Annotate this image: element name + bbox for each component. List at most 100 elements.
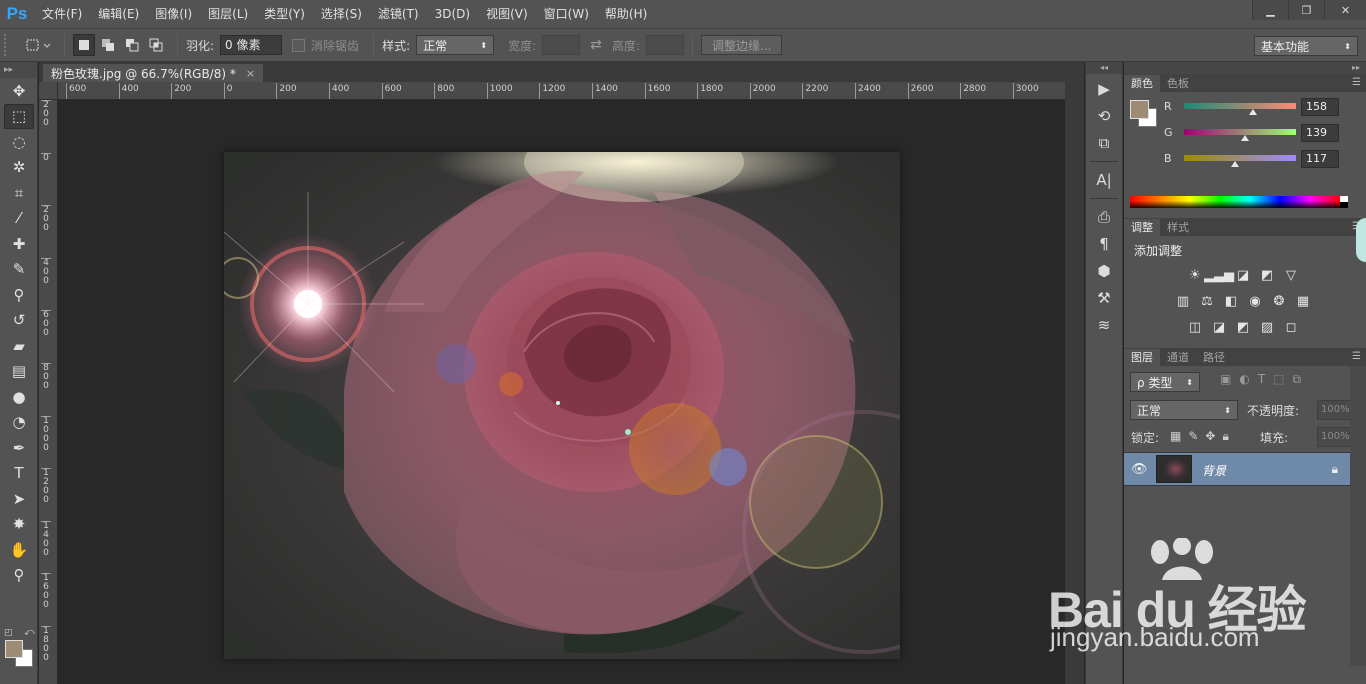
path-selection-tool[interactable]: ➤ — [4, 486, 34, 512]
vibrance-icon[interactable]: ▽ — [1282, 266, 1301, 285]
menu-item[interactable]: 类型(Y) — [256, 0, 313, 28]
eye-icon[interactable]: 👁︎ — [1131, 462, 1148, 477]
document-tab[interactable]: 粉色玫瑰.jpg @ 66.7%(RGB/8) * × — [43, 64, 264, 82]
canvas-area[interactable] — [58, 100, 1065, 684]
tab-adjustments[interactable]: 调整 — [1124, 219, 1160, 236]
tab-color[interactable]: 颜色 — [1124, 75, 1160, 92]
clone-stamp-tool[interactable]: ⚲ — [4, 282, 34, 308]
eyedropper-tool[interactable]: ⁄ — [4, 206, 34, 232]
close-tab-icon[interactable]: × — [246, 67, 255, 80]
swap-icon[interactable]: ⇄ — [590, 37, 602, 53]
refine-edge-button[interactable]: 调整边缘... — [700, 35, 783, 55]
dodge-tool[interactable]: ◔ — [4, 410, 34, 436]
filter-smart-object-icon[interactable]: ⧉ — [1293, 372, 1302, 387]
vertical-ruler[interactable]: 2 0 0 0 2 0 0 4 0 0 6 0 0 8 0 0 1 0 0 0 1 2 0 0… — [39, 100, 58, 684]
filter-shape-icon[interactable]: ⬚ — [1273, 372, 1284, 387]
move-tool[interactable]: ✥ — [4, 78, 34, 104]
blend-mode-select[interactable]: 正常 ⬍ — [1130, 400, 1238, 420]
height-input[interactable] — [645, 35, 684, 55]
exposure-icon[interactable]: ◩ — [1258, 266, 1277, 285]
selective-color-icon[interactable]: ◻ — [1282, 318, 1301, 337]
magic-wand-tool[interactable]: ✲ — [4, 155, 34, 181]
red-slider-track[interactable] — [1184, 103, 1296, 109]
intersect-selection-icon[interactable] — [145, 34, 167, 56]
menu-item[interactable]: 视图(V) — [478, 0, 536, 28]
menu-item[interactable]: 编辑(E) — [90, 0, 147, 28]
default-colors-icon[interactable]: ◰ — [4, 628, 13, 638]
panel-menu-icon[interactable]: ☰ — [1352, 351, 1361, 362]
tab-swatches[interactable]: 色板 — [1160, 75, 1196, 92]
properties-icon[interactable]: ⧉ — [1091, 131, 1117, 155]
zoom-tool[interactable]: ⚲ — [4, 563, 34, 589]
tab-styles[interactable]: 样式 — [1160, 219, 1196, 236]
options-bar-grip[interactable] — [4, 34, 12, 56]
new-selection-icon[interactable] — [73, 34, 95, 56]
add-selection-icon[interactable] — [97, 34, 119, 56]
horizontal-ruler[interactable]: 600 400 200 0 200 400 600 800 1000 1200 1400 1600 18… — [58, 82, 1065, 100]
tab-channels[interactable]: 通道 — [1160, 349, 1196, 366]
green-slider-thumb[interactable] — [1241, 135, 1250, 141]
lock-all-icon[interactable]: 🔒︎ — [1222, 429, 1228, 444]
green-slider-track[interactable] — [1184, 129, 1296, 135]
invert-icon[interactable]: ◫ — [1186, 318, 1205, 337]
menu-item[interactable]: 文件(F) — [34, 0, 90, 28]
play-actions-icon[interactable]: ▶ — [1091, 77, 1117, 101]
menu-item[interactable]: 图层(L) — [200, 0, 256, 28]
brush-presets-icon[interactable]: ⚒ — [1091, 286, 1117, 310]
threshold-icon[interactable]: ◩ — [1234, 318, 1253, 337]
photo-filter-icon[interactable]: ◉ — [1246, 292, 1265, 311]
menu-item[interactable]: 滤镜(T) — [370, 0, 427, 28]
color-lookup-icon[interactable]: ▦ — [1294, 292, 1313, 311]
character-icon[interactable]: A| — [1091, 168, 1117, 192]
close-button[interactable]: ✕ — [1324, 0, 1366, 20]
filter-type-icon[interactable]: T — [1258, 372, 1265, 387]
eraser-tool[interactable]: ▰ — [4, 333, 34, 359]
layer-row[interactable]: 👁︎ 背景 🔒︎ — [1124, 452, 1350, 486]
gradient-tool[interactable]: ▤ — [4, 359, 34, 385]
width-input[interactable] — [542, 35, 581, 55]
hue-saturation-icon[interactable]: ▥ — [1174, 292, 1193, 311]
tab-layers[interactable]: 图层 — [1124, 349, 1160, 366]
lock-transparency-icon[interactable]: ▦ — [1170, 429, 1181, 444]
brightness-icon[interactable]: ☀ — [1186, 266, 1205, 285]
layer-filter-select[interactable]: ρ 类型 ⬍ — [1130, 372, 1200, 392]
antialias-checkbox[interactable] — [292, 38, 306, 52]
minimize-button[interactable]: ▁ — [1252, 0, 1288, 20]
layer-name[interactable]: 背景 — [1202, 462, 1226, 479]
filter-pixel-icon[interactable]: ▣ — [1220, 372, 1231, 387]
panel-menu-icon[interactable]: ☰ — [1352, 77, 1361, 88]
blue-slider-track[interactable] — [1184, 155, 1296, 161]
character-styles-icon[interactable]: ⎙ — [1091, 205, 1117, 229]
lock-position-icon[interactable]: ✥ — [1205, 429, 1215, 444]
layers-scrollbar[interactable] — [1350, 366, 1366, 666]
levels-icon[interactable]: ▂▃▅ — [1204, 266, 1234, 285]
brush-tool[interactable]: ✎ — [4, 257, 34, 283]
menu-item[interactable]: 3D(D) — [427, 0, 478, 28]
3d-icon[interactable]: ⬢ — [1091, 259, 1117, 283]
swap-colors-icon[interactable]: ⤺ — [24, 627, 35, 638]
menu-item[interactable]: 帮助(H) — [597, 0, 655, 28]
hand-tool[interactable]: ✋ — [4, 537, 34, 563]
rect-marquee-icon[interactable] — [20, 33, 56, 57]
crop-tool[interactable]: ⌗ — [4, 180, 34, 206]
blue-slider-thumb[interactable] — [1231, 161, 1240, 167]
rose-photo[interactable] — [224, 152, 900, 659]
gradient-map-icon[interactable]: ▨ — [1258, 318, 1277, 337]
canvas-vertical-scrollbar[interactable] — [1065, 82, 1084, 684]
channel-mixer-icon[interactable]: ❂ — [1270, 292, 1289, 311]
blur-tool[interactable]: ● — [4, 384, 34, 410]
lock-pixels-icon[interactable]: ✎ — [1188, 429, 1198, 444]
tab-paths[interactable]: 路径 — [1196, 349, 1232, 366]
black-white-ramp[interactable] — [1340, 196, 1348, 208]
color-spectrum[interactable] — [1130, 196, 1340, 208]
workspace-select[interactable]: 基本功能 ⬍ — [1254, 36, 1358, 56]
menu-item[interactable]: 窗口(W) — [536, 0, 597, 28]
side-handle[interactable] — [1356, 218, 1366, 262]
black-white-icon[interactable]: ◧ — [1222, 292, 1241, 311]
foreground-color-swatch[interactable] — [1130, 100, 1149, 119]
curves-icon[interactable]: ◪ — [1234, 266, 1253, 285]
history-icon[interactable]: ⟲ — [1091, 104, 1117, 128]
dock-collapse-icon[interactable]: ◂◂ — [1086, 62, 1122, 74]
paragraph-icon[interactable]: ¶ — [1091, 232, 1117, 256]
history-brush-tool[interactable]: ↺ — [4, 308, 34, 334]
